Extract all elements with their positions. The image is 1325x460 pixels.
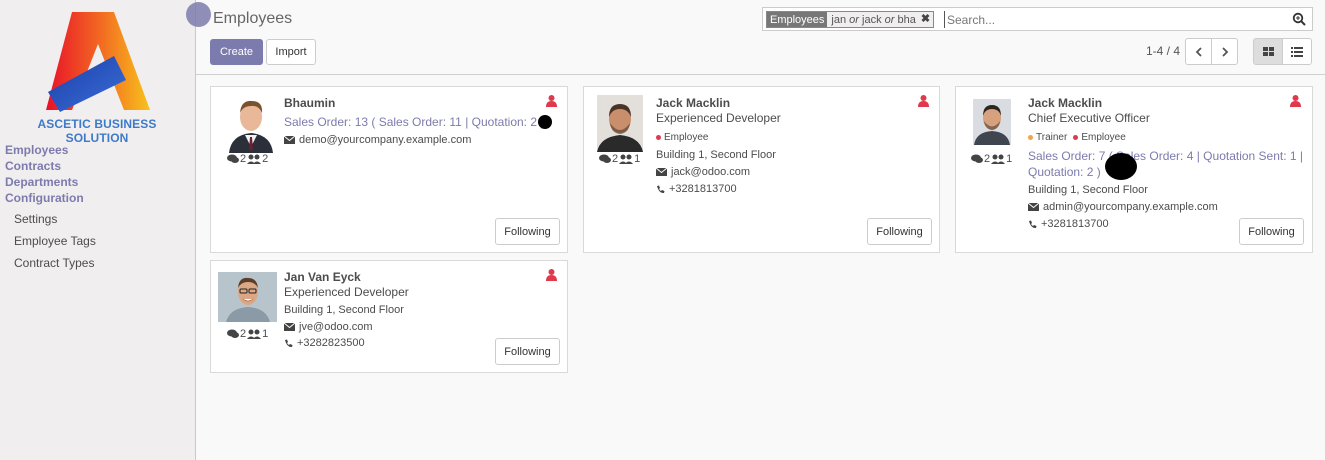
- employee-avatar: [218, 272, 277, 322]
- follower-count: 1: [1006, 153, 1013, 165]
- employee-phone: +3281813700: [656, 183, 737, 195]
- facet-values: jan or jack or bha: [827, 12, 920, 27]
- employee-name[interactable]: Jack Macklin: [656, 96, 730, 110]
- job-title: Chief Executive Officer: [1028, 111, 1150, 125]
- envelope-icon: [284, 136, 295, 144]
- employee-avatar: [973, 99, 1011, 145]
- follower-count: 1: [634, 153, 641, 165]
- menu-employee-tags[interactable]: Employee Tags: [14, 234, 96, 248]
- work-location: Building 1, Second Floor: [656, 149, 776, 161]
- employee-card[interactable]: 2 2 Bhaumin Sales Order: 13 ( Sales Orde…: [210, 86, 568, 253]
- follower-count: 2: [262, 153, 269, 165]
- tag-trainer: Trainer: [1028, 132, 1067, 143]
- activity-counts: 2 2: [227, 153, 268, 165]
- envelope-icon: [284, 323, 295, 331]
- import-button[interactable]: Import: [266, 39, 316, 65]
- employee-avatar: [225, 95, 277, 153]
- followers-icon: [619, 154, 634, 164]
- employee-avatar: [597, 95, 643, 152]
- work-location: Building 1, Second Floor: [1028, 184, 1148, 196]
- tag-employee: Employee: [1073, 132, 1126, 143]
- sidebar: ASCETIC BUSINESS SOLUTION Employees Cont…: [0, 0, 196, 460]
- search-icon[interactable]: [1292, 12, 1306, 26]
- following-button[interactable]: Following: [867, 218, 932, 245]
- phone-icon: [285, 339, 293, 347]
- page-title: Employees: [213, 10, 293, 27]
- tag-employee: Employee: [656, 132, 708, 143]
- following-button[interactable]: Following: [495, 338, 560, 365]
- employee-email: admin@yourcompany.example.com: [1028, 201, 1218, 213]
- followers-icon: [247, 154, 262, 164]
- activity-counts: 2 1: [599, 153, 640, 165]
- message-count: 2: [240, 328, 247, 340]
- comments-icon: [599, 154, 611, 163]
- menu-employees[interactable]: Employees: [5, 143, 68, 157]
- employee-card[interactable]: 2 1 Jack Macklin Chief Executive Officer…: [955, 86, 1313, 253]
- user-icon: [1290, 95, 1301, 107]
- create-button[interactable]: Create: [210, 39, 263, 65]
- following-button[interactable]: Following: [495, 218, 560, 245]
- kanban-grid-icon: [1262, 46, 1274, 56]
- list-icon: [1291, 46, 1303, 57]
- chevron-right-icon: [1221, 46, 1228, 57]
- menu-contract-types[interactable]: Contract Types: [14, 256, 94, 270]
- search-input[interactable]: [944, 11, 1284, 28]
- employee-tags: Trainer Employee: [1028, 132, 1126, 143]
- message-count: 2: [240, 153, 247, 165]
- employee-name[interactable]: Jack Macklin: [1028, 96, 1102, 110]
- employee-phone: +3282823500: [284, 337, 365, 349]
- employee-name[interactable]: Jan Van Eyck: [284, 270, 361, 284]
- activity-counts: 2 1: [971, 153, 1012, 165]
- search-facet: Employees jan or jack or bha ✖: [766, 11, 935, 28]
- comments-icon: [971, 154, 983, 163]
- comments-icon: [227, 154, 239, 163]
- search-box[interactable]: Employees jan or jack or bha ✖: [762, 7, 1313, 31]
- comments-icon: [227, 329, 239, 338]
- facet-category: Employees: [767, 12, 828, 27]
- menu-departments[interactable]: Departments: [5, 175, 78, 189]
- activity-counts: 2 1: [227, 328, 268, 340]
- menu-configuration[interactable]: Configuration: [5, 191, 84, 205]
- cursor-bubble: [186, 2, 211, 27]
- message-count: 2: [984, 153, 991, 165]
- message-count: 2: [612, 153, 619, 165]
- job-title: Experienced Developer: [284, 285, 409, 299]
- envelope-icon: [1028, 203, 1039, 211]
- phone-icon: [1029, 220, 1037, 228]
- control-panel: Employees Create Import Employees jan or…: [186, 0, 1325, 75]
- menu-settings[interactable]: Settings: [14, 212, 57, 226]
- employee-phone: +3281813700: [1028, 218, 1109, 230]
- list-view-button[interactable]: [1282, 38, 1312, 65]
- employee-email: demo@yourcompany.example.com: [284, 134, 471, 146]
- user-icon: [546, 95, 557, 107]
- employee-email: jve@odoo.com: [284, 321, 373, 333]
- pager-value[interactable]: 1-4 / 4: [1146, 44, 1180, 58]
- menu-contracts[interactable]: Contracts: [5, 159, 61, 173]
- pager-previous-button[interactable]: [1185, 38, 1212, 65]
- work-location: Building 1, Second Floor: [284, 304, 404, 316]
- company-name: ASCETIC BUSINESS SOLUTION: [37, 117, 157, 145]
- follower-count: 1: [262, 328, 269, 340]
- employee-name[interactable]: Bhaumin: [284, 96, 335, 110]
- user-icon: [546, 269, 557, 281]
- chevron-left-icon: [1195, 46, 1202, 57]
- sales-order-link[interactable]: Sales Order: 7 ( Sales Order: 4 | Quotat…: [1028, 148, 1303, 180]
- kanban-view-button[interactable]: [1253, 38, 1283, 65]
- envelope-icon: [656, 168, 667, 176]
- user-icon: [918, 95, 929, 107]
- facet-remove-icon[interactable]: ✖: [919, 12, 934, 27]
- employee-email: jack@odoo.com: [656, 166, 750, 178]
- job-title: Experienced Developer: [656, 111, 781, 125]
- employee-tags: Employee: [656, 132, 708, 143]
- pager-next-button[interactable]: [1211, 38, 1238, 65]
- employee-card[interactable]: 2 1 Jack Macklin Experienced Developer E…: [583, 86, 940, 253]
- phone-icon: [657, 185, 665, 193]
- sales-order-link[interactable]: Sales Order: 13 ( Sales Order: 11 | Quot…: [284, 114, 544, 130]
- following-button[interactable]: Following: [1239, 218, 1304, 245]
- employee-card[interactable]: 2 1 Jan Van Eyck Experienced Developer B…: [210, 260, 568, 373]
- followers-icon: [991, 154, 1006, 164]
- followers-icon: [247, 329, 262, 339]
- redaction-mark: [1105, 153, 1137, 180]
- redaction-mark: [538, 115, 552, 129]
